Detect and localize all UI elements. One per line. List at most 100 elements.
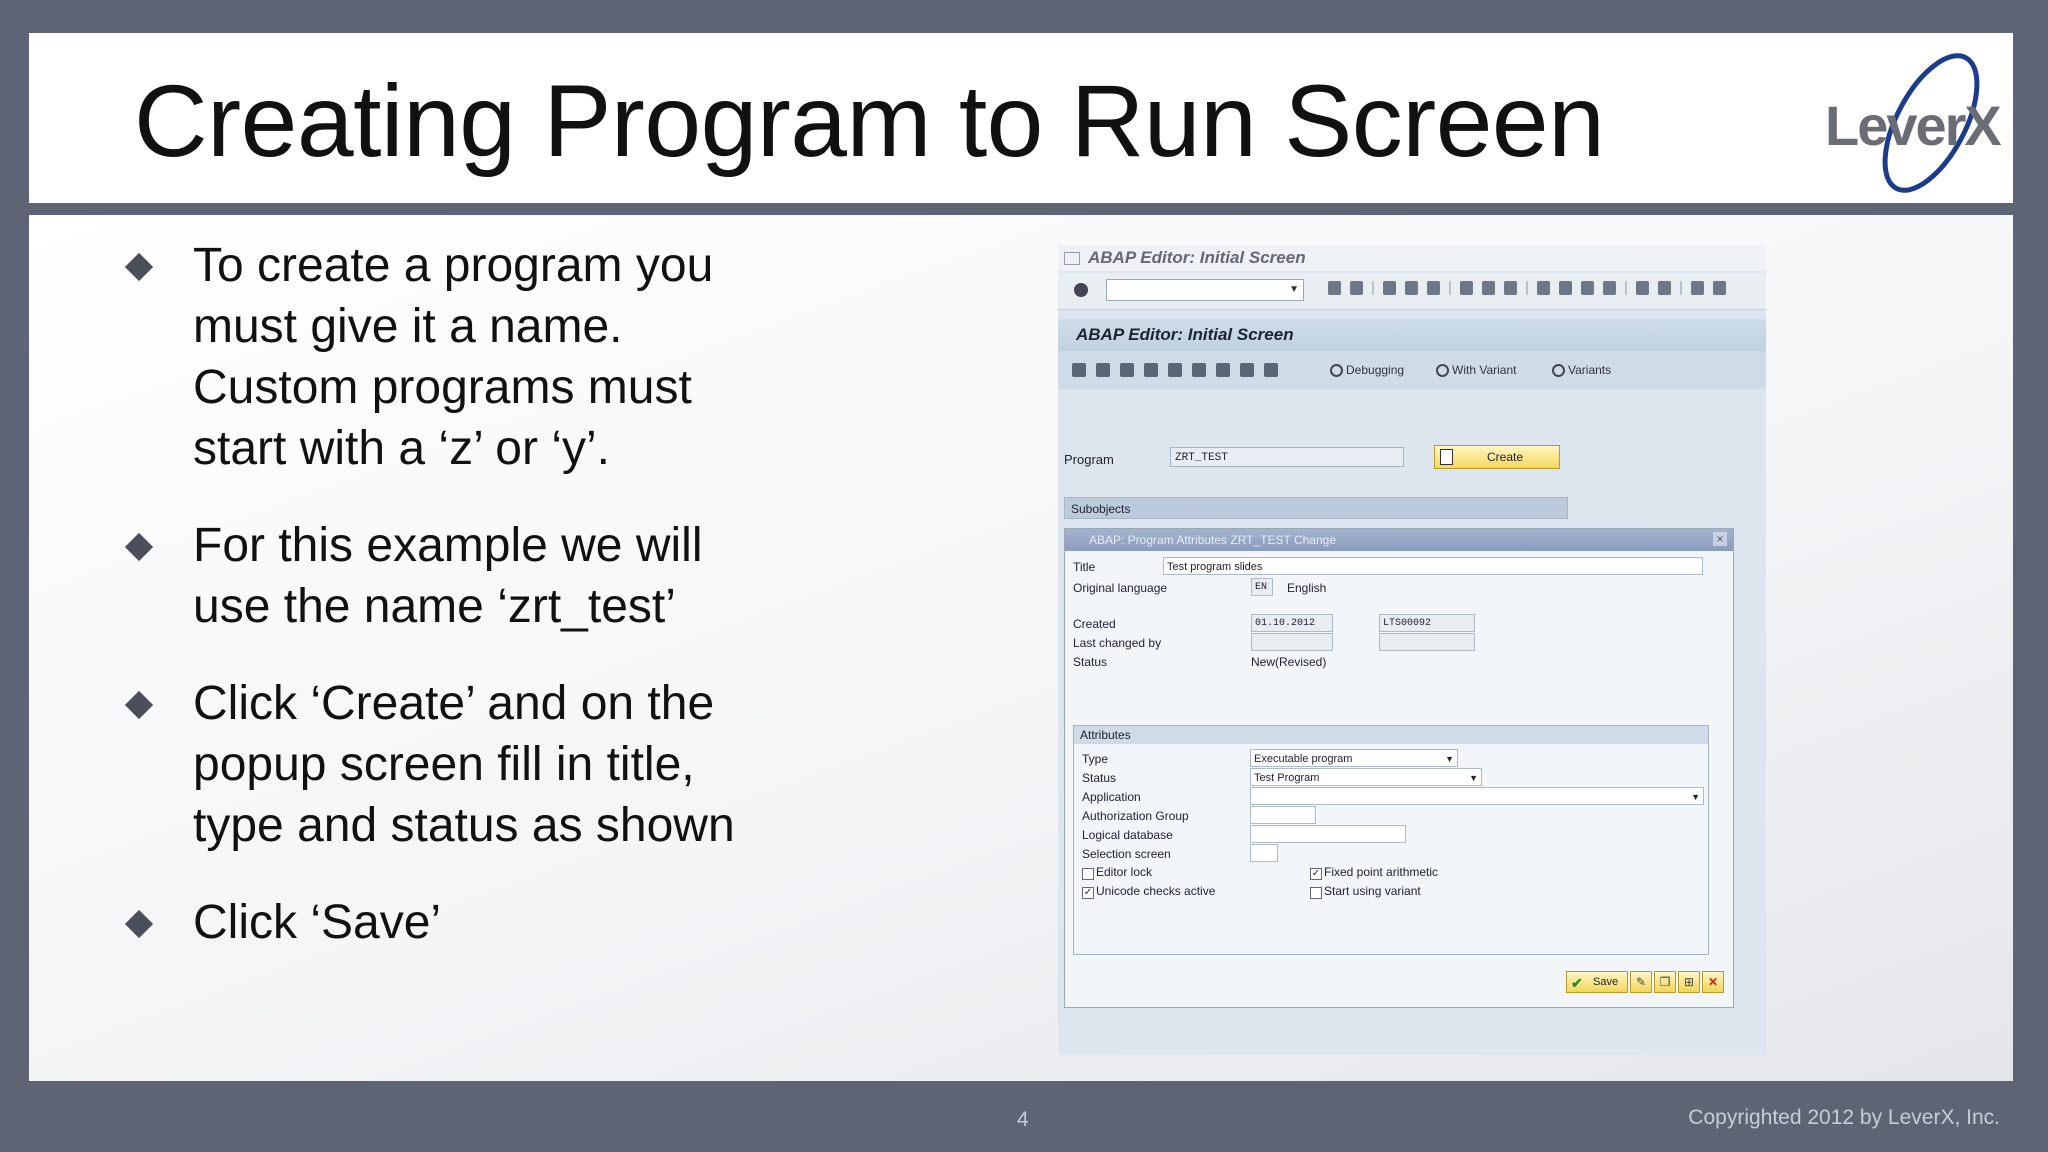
attributes-header: Attributes — [1074, 726, 1708, 744]
status-label: Status — [1073, 655, 1108, 669]
fixed-point-checkbox[interactable]: ✓ — [1310, 868, 1322, 880]
program-input[interactable]: ZRT_TEST — [1170, 447, 1404, 467]
system-toolbar-icons — [1328, 281, 1726, 295]
title-band: Creating Program to Run Screen LeverX — [29, 33, 2013, 203]
slide-title: Creating Program to Run Screen — [134, 64, 1605, 178]
delete-icon[interactable] — [1216, 363, 1230, 377]
command-field[interactable]: ▼ — [1106, 279, 1304, 301]
authorization-group-label: Authorization Group — [1082, 809, 1189, 823]
title-label: Title — [1073, 560, 1096, 574]
last-page-icon[interactable] — [1603, 281, 1616, 295]
other-object-icon[interactable] — [1072, 363, 1086, 377]
hierarchy-icon[interactable]: ⊞ — [1678, 971, 1700, 993]
bullet-diamond-icon — [124, 690, 154, 720]
start-variant-label: Start using variant — [1324, 884, 1421, 898]
created-date-field: 01.10.2012 — [1251, 614, 1333, 632]
last-changed-by-field — [1379, 633, 1475, 651]
enter-icon[interactable] — [1074, 283, 1088, 297]
toolbar-separator — [1680, 281, 1682, 295]
close-icon[interactable]: × — [1713, 532, 1727, 546]
logical-database-input[interactable] — [1250, 825, 1406, 843]
logical-database-label: Logical database — [1082, 828, 1173, 842]
bullet-item: To create a program you must give it a n… — [89, 235, 809, 479]
next-page-icon[interactable] — [1581, 281, 1594, 295]
dropdown-icon[interactable]: ▼ — [1289, 284, 1299, 295]
toolbar-separator — [1372, 281, 1374, 295]
checkmark-icon: ✔ — [1571, 975, 1583, 991]
where-used-icon[interactable] — [1168, 363, 1182, 377]
bullet-item: For this example we will use the name ‘z… — [89, 515, 809, 637]
copyright-text: Copyrighted 2012 by LeverX, Inc. — [1688, 1106, 2000, 1129]
attr-status-select[interactable]: Test Program ▼ — [1250, 768, 1482, 786]
activate-icon[interactable] — [1120, 363, 1134, 377]
save-button[interactable]: ✔ Save — [1566, 971, 1628, 993]
fixed-point-label: Fixed point arithmetic — [1324, 865, 1439, 879]
back-nav-icon[interactable] — [1383, 281, 1396, 295]
prev-page-icon[interactable] — [1559, 281, 1572, 295]
last-changed-label: Last changed by — [1073, 636, 1162, 650]
page-number: 4 — [1017, 1108, 1029, 1131]
bullet-text: To create a program you must give it a n… — [193, 239, 714, 475]
shortcut-icon[interactable] — [1658, 281, 1671, 295]
bullet-text: Click ‘Save’ — [193, 896, 442, 949]
start-variant-checkbox[interactable] — [1310, 887, 1322, 899]
first-page-icon[interactable] — [1537, 281, 1550, 295]
selection-screen-input[interactable] — [1250, 844, 1278, 862]
find-icon[interactable] — [1482, 281, 1495, 295]
toolbar-separator — [1526, 281, 1528, 295]
copy-icon[interactable] — [1240, 363, 1254, 377]
leverx-logo: LeverX — [1825, 53, 2003, 193]
type-select-value: Executable program — [1254, 753, 1353, 765]
program-label: Program — [1064, 452, 1114, 467]
window-icon — [1064, 252, 1080, 265]
bullet-item: Click ‘Create’ and on the popup screen f… — [89, 673, 809, 856]
create-button[interactable]: Create — [1434, 445, 1560, 469]
created-label: Created — [1073, 617, 1116, 631]
cancel-icon[interactable] — [1427, 281, 1440, 295]
selection-screen-label: Selection screen — [1082, 847, 1171, 861]
editor-lock-checkbox[interactable] — [1082, 868, 1094, 880]
title-input[interactable]: Test program slides — [1163, 557, 1703, 575]
print-icon[interactable] — [1460, 281, 1473, 295]
new-session-icon[interactable] — [1636, 281, 1649, 295]
type-label: Type — [1082, 752, 1109, 766]
bullet-item: Click ‘Save’ — [89, 892, 809, 953]
info-icon[interactable] — [1192, 363, 1206, 377]
status-value: New(Revised) — [1251, 655, 1327, 669]
toolbar-separator — [1625, 281, 1627, 295]
debugging-button[interactable]: Debugging — [1330, 363, 1404, 377]
variants-button[interactable]: Variants — [1552, 363, 1611, 377]
test-icon[interactable] — [1144, 363, 1158, 377]
window-title-text: ABAP Editor: Initial Screen — [1088, 248, 1306, 267]
last-changed-date-field — [1251, 633, 1333, 651]
type-select[interactable]: Executable program ▼ — [1250, 749, 1458, 767]
sap-window-title: ABAP Editor: Initial Screen — [1058, 245, 1766, 271]
layout-icon[interactable] — [1713, 281, 1726, 295]
exit-icon[interactable] — [1405, 281, 1418, 295]
find-next-icon[interactable] — [1504, 281, 1517, 295]
edit-icon[interactable]: ✎ — [1630, 971, 1652, 993]
subobjects-group: Subobjects — [1064, 497, 1568, 519]
back-icon[interactable] — [1328, 281, 1341, 295]
new-document-icon — [1440, 449, 1453, 465]
unicode-label: Unicode checks active — [1096, 884, 1216, 898]
cancel-icon[interactable]: ✕ — [1702, 971, 1724, 993]
check-icon[interactable] — [1096, 363, 1110, 377]
application-label: Application — [1082, 790, 1141, 804]
dialog-buttons: ✔ Save ✎ ❐ ⊞ ✕ — [1566, 971, 1724, 993]
language-code-field: EN — [1251, 578, 1273, 596]
authorization-group-input[interactable] — [1250, 806, 1316, 824]
chevron-down-icon: ▼ — [1445, 754, 1454, 764]
save-icon[interactable] — [1350, 281, 1363, 295]
bullet-diamond-icon — [124, 532, 154, 562]
application-select[interactable]: ▼ — [1250, 787, 1704, 805]
editor-lock-label: Editor lock — [1096, 865, 1153, 879]
bullet-diamond-icon — [124, 909, 154, 939]
sap-app-toolbar: Debugging With Variant Variants — [1058, 351, 1766, 389]
rename-icon[interactable] — [1264, 363, 1278, 377]
with-variant-button[interactable]: With Variant — [1436, 363, 1516, 377]
copy-icon[interactable]: ❐ — [1654, 971, 1676, 993]
unicode-checkbox[interactable]: ✓ — [1082, 887, 1094, 899]
create-button-label: Create — [1486, 450, 1524, 464]
help-icon[interactable] — [1691, 281, 1704, 295]
